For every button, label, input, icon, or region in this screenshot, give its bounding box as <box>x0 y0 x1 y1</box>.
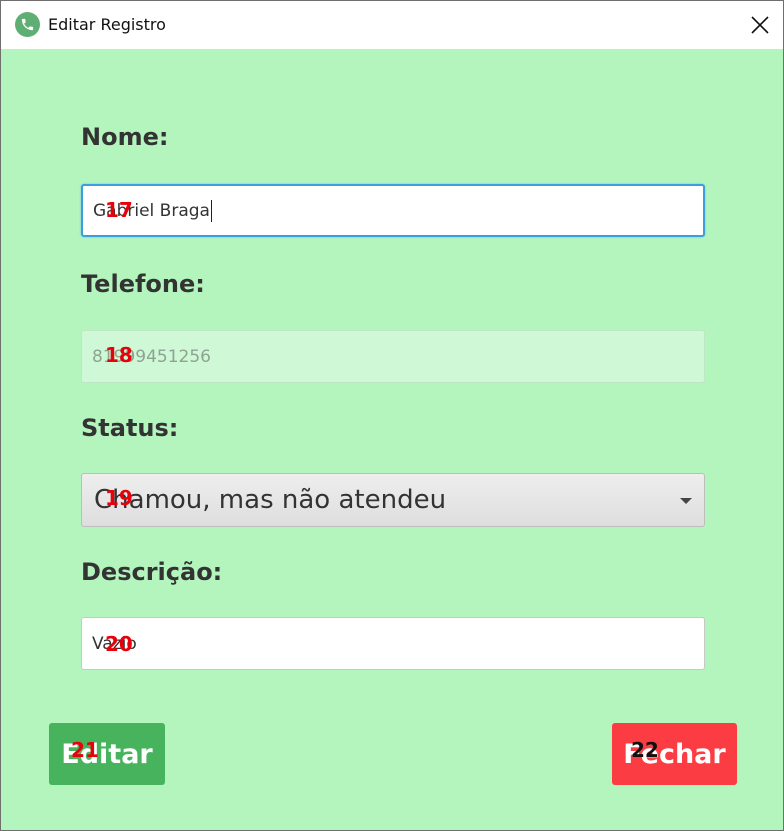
edit-button[interactable]: Editar <box>49 723 165 785</box>
status-select[interactable]: Chamou, mas não atendeu <box>81 473 705 527</box>
edit-record-window: Editar Registro Nome: Gabriel Braga 17 T… <box>0 0 784 831</box>
telefone-value: 81999451256 <box>92 346 211 367</box>
chevron-down-icon <box>680 498 692 504</box>
phone-icon <box>15 12 40 37</box>
edit-button-label: Editar <box>61 738 153 770</box>
nome-label: Nome: <box>81 123 169 151</box>
title-bar: Editar Registro <box>1 1 783 49</box>
window-title: Editar Registro <box>48 15 166 34</box>
close-window-button[interactable] <box>737 1 783 49</box>
descricao-value: Vazio <box>92 633 137 654</box>
nome-value: Gabriel Braga <box>93 200 210 221</box>
close-button-label: Fechar <box>623 738 726 770</box>
status-value: Chamou, mas não atendeu <box>94 485 447 515</box>
close-button[interactable]: Fechar <box>612 723 737 785</box>
text-caret <box>210 199 212 222</box>
close-icon <box>751 16 769 34</box>
telefone-label: Telefone: <box>81 270 205 298</box>
nome-input[interactable]: Gabriel Braga <box>81 184 705 237</box>
telefone-input: 81999451256 <box>81 330 705 383</box>
descricao-input[interactable]: Vazio <box>81 617 705 670</box>
descricao-label: Descrição: <box>81 558 223 586</box>
status-label: Status: <box>81 414 179 442</box>
